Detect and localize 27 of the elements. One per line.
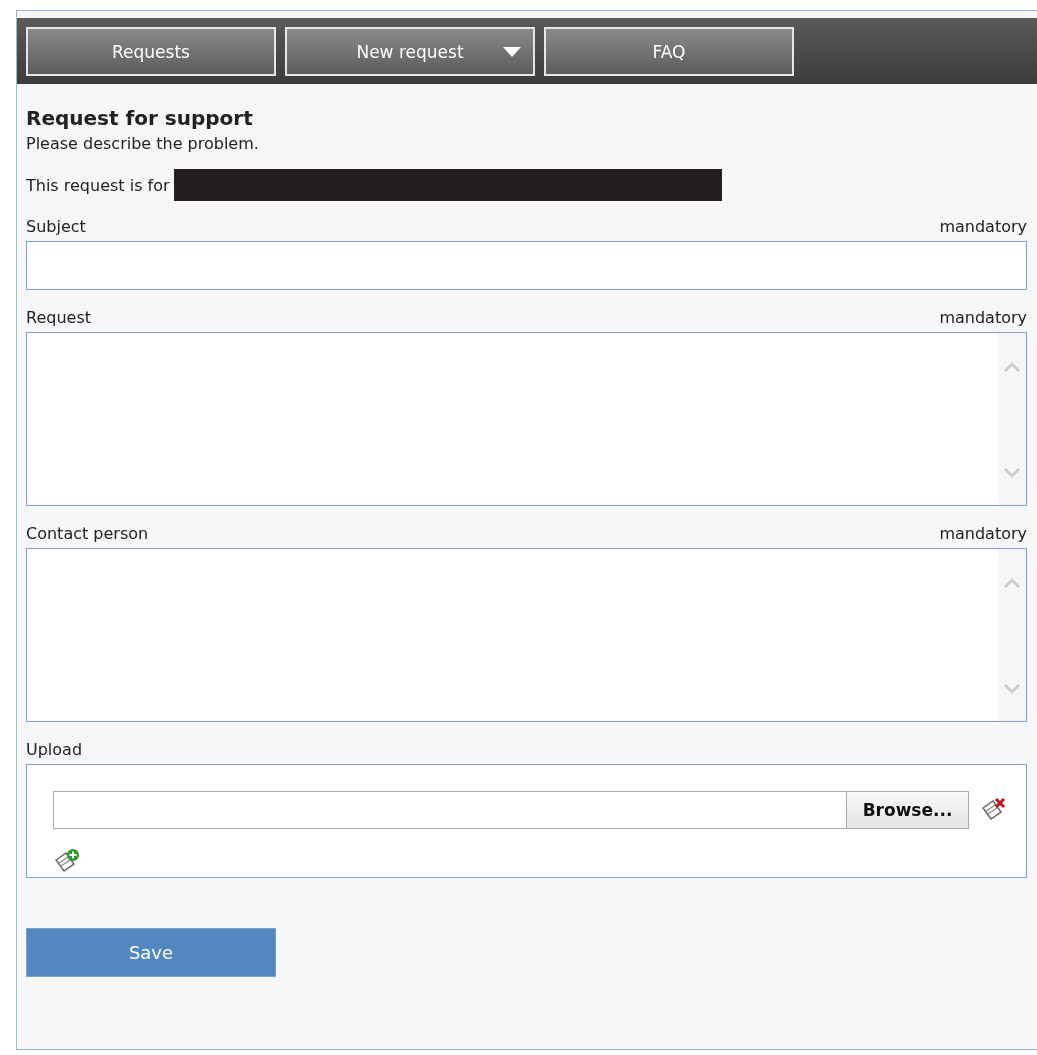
- scroll-up-icon[interactable]: [1003, 361, 1021, 373]
- text-area[interactable]: [26, 548, 1027, 722]
- menu-button[interactable]: Requests: [26, 27, 276, 76]
- browse-button[interactable]: Browse...: [846, 792, 968, 828]
- field-label: Contact person: [26, 524, 149, 544]
- mandatory-label: mandatory: [939, 217, 1027, 237]
- field-label: Request: [26, 308, 91, 328]
- scroll-down-icon[interactable]: [1003, 467, 1021, 479]
- scroll-up-icon[interactable]: [1003, 577, 1021, 589]
- form-subtitle: Please describe the problem.: [26, 134, 260, 153]
- mandatory-label: mandatory: [939, 308, 1027, 328]
- text-area[interactable]: [26, 332, 1027, 506]
- caret-icon: [503, 47, 521, 57]
- form-title: Request for support: [26, 106, 254, 130]
- scrollbar[interactable]: [998, 333, 1026, 505]
- file-field[interactable]: Browse...: [53, 791, 969, 829]
- save-button[interactable]: Save: [26, 928, 276, 977]
- mandatory-label: mandatory: [939, 524, 1027, 544]
- scrollbar[interactable]: [998, 549, 1026, 721]
- field-label: Subject: [26, 217, 86, 237]
- add-attachment-icon[interactable]: [53, 847, 81, 875]
- scroll-down-icon[interactable]: [1003, 683, 1021, 695]
- input-field[interactable]: [26, 241, 1027, 290]
- request-for-label: This request is for: [26, 175, 170, 195]
- field-label: Upload: [26, 740, 83, 760]
- menu-button[interactable]: FAQ: [544, 27, 794, 76]
- menu-button[interactable]: New request: [285, 27, 535, 76]
